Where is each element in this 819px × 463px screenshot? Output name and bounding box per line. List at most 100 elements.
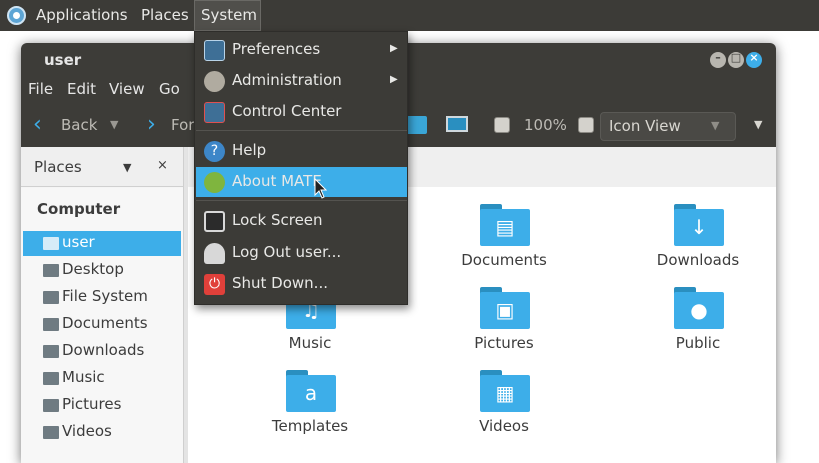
chevron-down-icon[interactable]: ▼ — [123, 161, 131, 174]
side-pane-header: Places ▼ × — [21, 147, 188, 187]
submenu-arrow-icon: ▶ — [390, 74, 398, 85]
sidebar-item-user[interactable]: user — [23, 231, 181, 256]
forward-button[interactable]: For — [171, 116, 194, 134]
system-dropdown-menu: Preferences ▶ Administration ▶ Control C… — [194, 31, 408, 305]
menu-item-preferences[interactable]: Preferences ▶ — [196, 35, 407, 65]
desktop-icon — [43, 264, 59, 277]
menu-edit[interactable]: Edit — [67, 80, 96, 98]
file-item-public[interactable]: ● Public — [638, 287, 758, 367]
home-folder-icon[interactable] — [405, 116, 427, 134]
menu-item-label: Control Center — [232, 102, 342, 120]
minimize-button[interactable]: – — [710, 51, 726, 68]
sidebar-item-label: Pictures — [62, 395, 122, 413]
side-pane-selector[interactable]: Places — [34, 158, 82, 176]
menu-item-label: About MATE — [232, 172, 322, 190]
lock-screen-icon — [204, 211, 225, 232]
file-item-label: Templates — [271, 417, 349, 435]
about-mate-icon — [204, 172, 225, 193]
sidebar-item-label: File System — [62, 287, 148, 305]
menu-item-administration[interactable]: Administration ▶ — [196, 66, 407, 96]
submenu-arrow-icon: ▶ — [390, 43, 398, 54]
menu-go[interactable]: Go — [159, 80, 180, 98]
file-item-downloads[interactable]: ↓ Downloads — [638, 204, 758, 284]
view-mode-select[interactable]: Icon View ▼ — [600, 112, 736, 141]
zoom-out-icon[interactable] — [494, 117, 510, 133]
sidebar-item-downloads[interactable]: Downloads — [23, 339, 181, 364]
view-mode-label: Icon View — [609, 117, 681, 135]
forward-arrow-icon[interactable]: › — [147, 112, 156, 137]
menu-item-label: Preferences — [232, 40, 321, 58]
sidebar-item-music[interactable]: Music — [23, 366, 181, 391]
sidebar-item-label: Music — [62, 368, 105, 386]
sidebar-item-videos[interactable]: Videos — [23, 420, 181, 445]
sidebar-section-heading: Computer — [37, 200, 121, 218]
pictures-folder-icon: ▣ — [480, 287, 530, 329]
sidebar-item-pictures[interactable]: Pictures — [23, 393, 181, 418]
toolbar-overflow-icon[interactable]: ▼ — [754, 118, 762, 131]
menu-view[interactable]: View — [109, 80, 145, 98]
back-history-dropdown[interactable]: ▼ — [110, 118, 118, 131]
videos-folder-icon — [43, 426, 59, 439]
sidebar-item-label: Desktop — [62, 260, 124, 278]
menu-item-label: Help — [232, 141, 267, 159]
menu-separator — [196, 200, 407, 201]
templates-folder-icon: a — [286, 370, 336, 412]
menu-item-label: Log Out user... — [232, 243, 342, 261]
menu-item-help[interactable]: ? Help — [196, 136, 407, 166]
downloads-folder-icon: ↓ — [674, 204, 724, 246]
menu-item-label: Lock Screen — [232, 211, 323, 229]
zoom-level[interactable]: 100% — [524, 116, 567, 134]
preferences-icon — [204, 40, 225, 61]
places-menu[interactable]: Places — [141, 6, 189, 24]
back-arrow-icon[interactable]: ‹ — [33, 112, 42, 137]
system-menu-label: System — [201, 6, 257, 24]
applications-menu[interactable]: Applications — [36, 6, 128, 24]
sidebar-item-label: user — [62, 233, 95, 251]
menu-item-label: Administration — [232, 71, 342, 89]
mate-logo-icon[interactable] — [7, 6, 26, 25]
close-side-pane-icon[interactable]: × — [157, 158, 168, 173]
file-item-label: Public — [675, 334, 721, 352]
documents-folder-icon — [43, 318, 59, 331]
sidebar-item-label: Downloads — [62, 341, 145, 359]
system-menu[interactable]: System — [194, 0, 261, 31]
close-icon: × — [749, 51, 759, 64]
menu-item-about-mate[interactable]: About MATE — [196, 167, 407, 197]
file-item-documents[interactable]: ▤ Documents — [444, 204, 564, 284]
menu-item-control-center[interactable]: Control Center — [196, 97, 407, 127]
control-center-icon — [204, 102, 225, 123]
documents-folder-icon: ▤ — [480, 204, 530, 246]
menu-item-log-out[interactable]: Log Out user... — [196, 238, 407, 268]
back-button[interactable]: Back — [61, 116, 97, 134]
pictures-folder-icon — [43, 399, 59, 412]
file-item-label: Documents — [461, 251, 547, 269]
minimize-icon: – — [715, 51, 721, 64]
sidebar-item-file-system[interactable]: File System — [23, 285, 181, 310]
sidebar-item-desktop[interactable]: Desktop — [23, 258, 181, 283]
file-item-pictures[interactable]: ▣ Pictures — [444, 287, 564, 367]
file-item-templates[interactable]: a Templates — [250, 370, 370, 450]
chevron-down-icon: ▼ — [711, 119, 720, 132]
file-item-label: Videos — [479, 417, 529, 435]
menu-file[interactable]: File — [28, 80, 53, 98]
maximize-button[interactable]: □ — [728, 51, 744, 68]
log-out-icon — [204, 243, 225, 264]
sidebar-item-label: Videos — [62, 422, 112, 440]
close-button[interactable]: × — [746, 51, 762, 68]
top-panel: Applications Places System — [0, 0, 819, 31]
file-item-videos[interactable]: ▦ Videos — [444, 370, 564, 450]
window-title: user — [44, 51, 82, 69]
sidebar-item-documents[interactable]: Documents — [23, 312, 181, 337]
menu-item-lock-screen[interactable]: Lock Screen — [196, 206, 407, 236]
maximize-icon: □ — [730, 51, 742, 64]
places-sidebar: Computer user Desktop File System Docume… — [21, 188, 183, 463]
computer-icon[interactable] — [446, 116, 468, 132]
file-item-label: Pictures — [474, 334, 534, 352]
public-folder-icon: ● — [674, 287, 724, 329]
videos-folder-icon: ▦ — [480, 370, 530, 412]
menu-item-shut-down[interactable]: ⏻ Shut Down... — [196, 269, 407, 299]
drive-icon — [43, 291, 59, 304]
sidebar-item-label: Documents — [62, 314, 148, 332]
downloads-folder-icon — [43, 345, 59, 358]
zoom-reset-icon[interactable] — [578, 117, 594, 133]
